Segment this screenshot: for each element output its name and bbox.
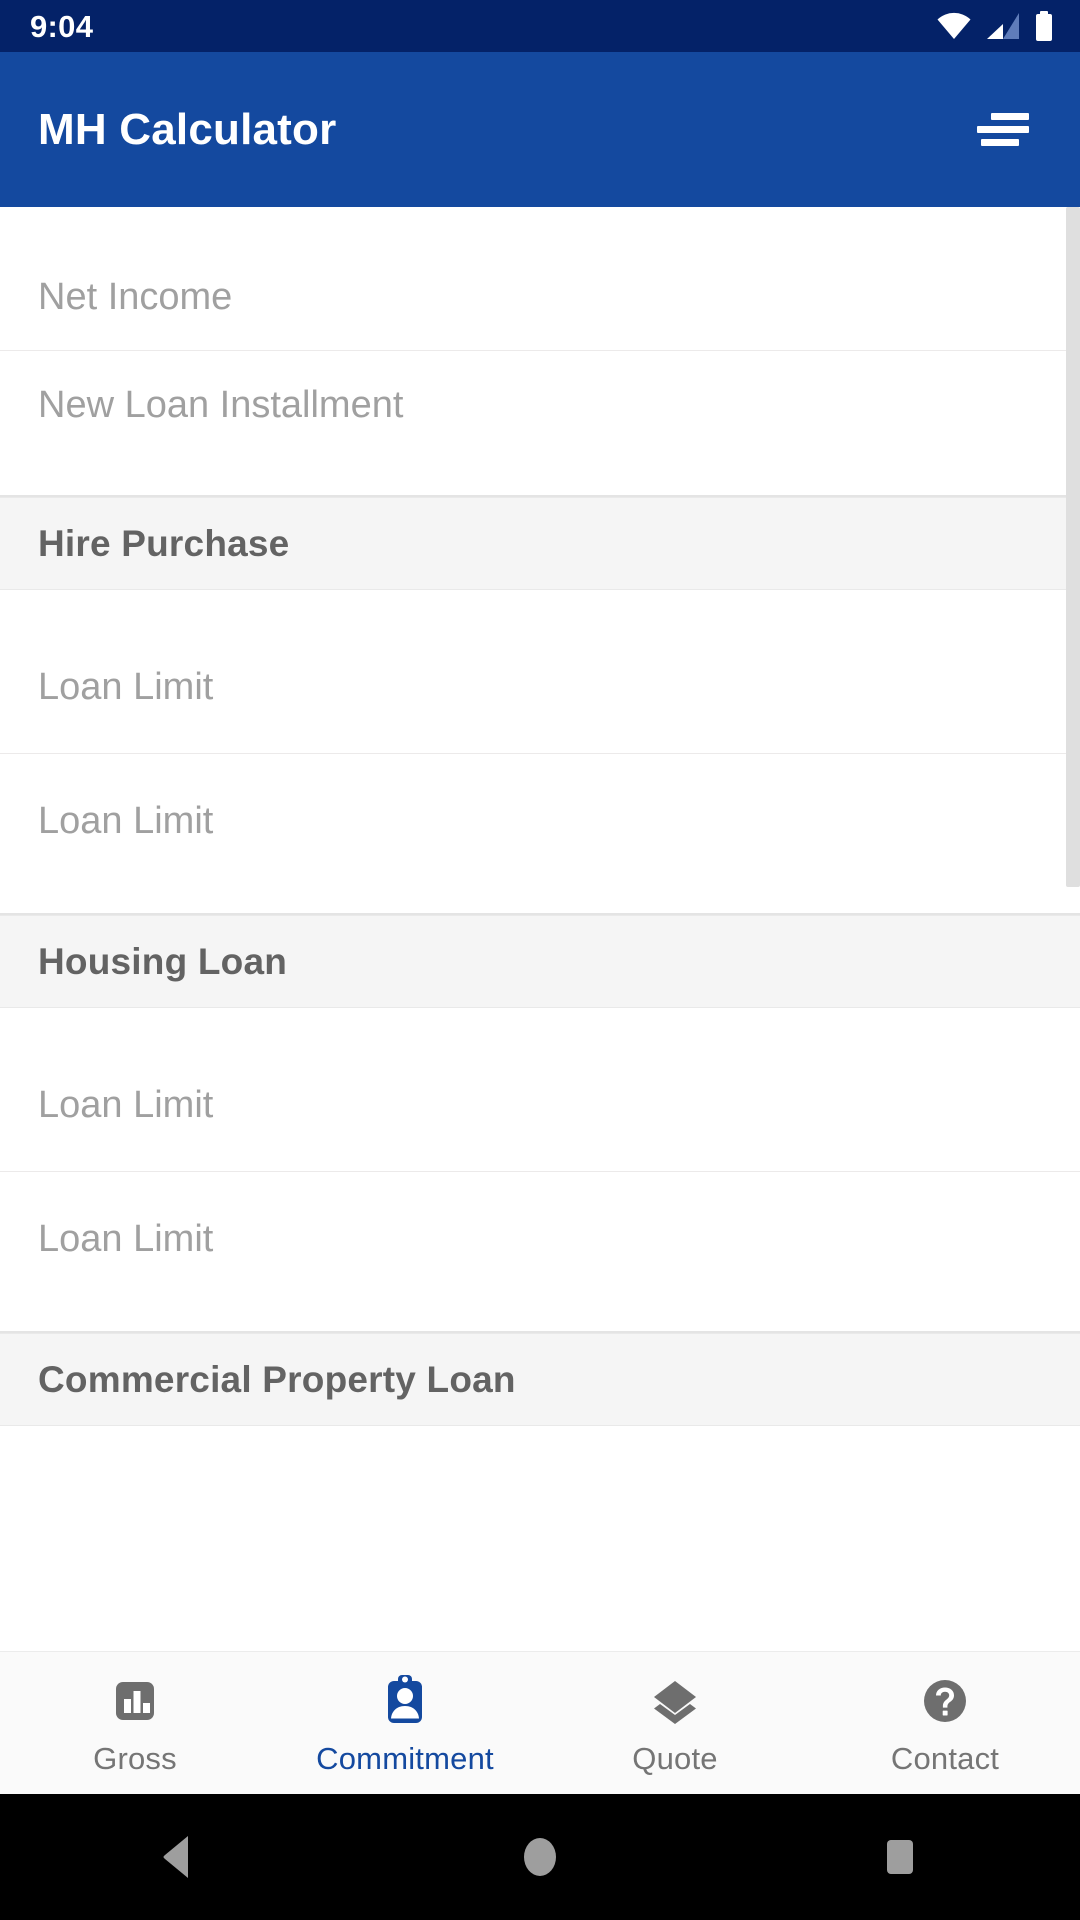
page-title: MH Calculator <box>38 104 337 154</box>
nav-item-quote[interactable]: Quote <box>540 1652 810 1794</box>
status-bar-clock: 9:04 <box>30 8 94 44</box>
section-header-hire-purchase: Hire Purchase <box>0 497 1080 590</box>
field-group-housing-loan: Loan Limit Loan Limit <box>0 1008 1080 1333</box>
bar-chart-icon <box>107 1673 163 1729</box>
loan-limit-input-placeholder: Loan Limit <box>38 1083 214 1126</box>
loan-limit-input-placeholder: Loan Limit <box>38 665 214 708</box>
loan-limit-input-placeholder: Loan Limit <box>38 799 214 842</box>
field-group-hire-purchase: Loan Limit Loan Limit <box>0 590 1080 915</box>
battery-icon <box>1034 11 1054 41</box>
layers-icon <box>647 1673 703 1729</box>
field-row[interactable]: Loan Limit <box>0 620 1080 753</box>
cellular-signal-icon <box>986 12 1020 40</box>
field-row[interactable]: New Loan Installment <box>0 351 1080 458</box>
wifi-icon <box>936 12 972 40</box>
android-system-navigation-bar <box>0 1794 1080 1920</box>
help-question-circle-icon <box>917 1673 973 1729</box>
field-row[interactable]: Loan Limit <box>0 1172 1080 1305</box>
hamburger-menu-icon <box>975 111 1029 149</box>
field-row[interactable] <box>0 1456 1080 1589</box>
section-title: Hire Purchase <box>38 523 290 564</box>
field-row[interactable]: Net Income <box>0 243 1080 350</box>
field-row[interactable]: Loan Limit <box>0 1038 1080 1171</box>
form-content[interactable]: Net Income New Loan Installment Hire Pur… <box>0 207 1080 1651</box>
nav-label: Gross <box>93 1740 177 1776</box>
nav-label: Quote <box>632 1740 718 1776</box>
app-bar: MH Calculator <box>0 52 1080 207</box>
section-header-housing-loan: Housing Loan <box>0 915 1080 1008</box>
circle-home-icon <box>520 1833 560 1881</box>
nav-item-gross[interactable]: Gross <box>0 1652 270 1794</box>
spacer <box>0 207 1080 243</box>
net-income-input-placeholder: Net Income <box>38 275 233 318</box>
spacer <box>0 1426 1080 1456</box>
field-row[interactable]: Loan Limit <box>0 754 1080 887</box>
field-group-income: Net Income New Loan Installment <box>0 207 1080 497</box>
section-title: Commercial Property Loan <box>38 1359 516 1400</box>
field-group-commercial-property-loan <box>0 1426 1080 1589</box>
square-recents-icon <box>880 1833 920 1881</box>
nav-item-contact[interactable]: Contact <box>810 1652 1080 1794</box>
section-title: Housing Loan <box>38 941 288 982</box>
triangle-back-icon <box>158 1833 202 1881</box>
loan-limit-input-placeholder: Loan Limit <box>38 1217 214 1260</box>
spacer <box>0 458 1080 495</box>
spacer <box>0 1305 1080 1331</box>
status-bar-icons <box>936 11 1054 41</box>
nav-label: Commitment <box>316 1740 494 1776</box>
bottom-navigation-bar: Gross Commitment Quote Contact <box>0 1651 1080 1794</box>
new-loan-installment-input-placeholder: New Loan Installment <box>38 383 404 426</box>
section-header-commercial-property-loan: Commercial Property Loan <box>0 1333 1080 1426</box>
system-home-button[interactable] <box>360 1794 720 1920</box>
phone-screen: 9:04 MH Calculator Net Income New Loan I… <box>0 0 1080 1920</box>
nav-item-commitment[interactable]: Commitment <box>270 1652 540 1794</box>
status-bar: 9:04 <box>0 0 1080 52</box>
spacer <box>0 887 1080 913</box>
id-badge-person-icon <box>377 1673 433 1729</box>
hamburger-menu-button[interactable] <box>960 88 1044 172</box>
nav-label: Contact <box>890 1740 1000 1776</box>
system-back-button[interactable] <box>0 1794 360 1920</box>
spacer <box>0 590 1080 620</box>
system-recents-button[interactable] <box>720 1794 1080 1920</box>
spacer <box>0 1008 1080 1038</box>
